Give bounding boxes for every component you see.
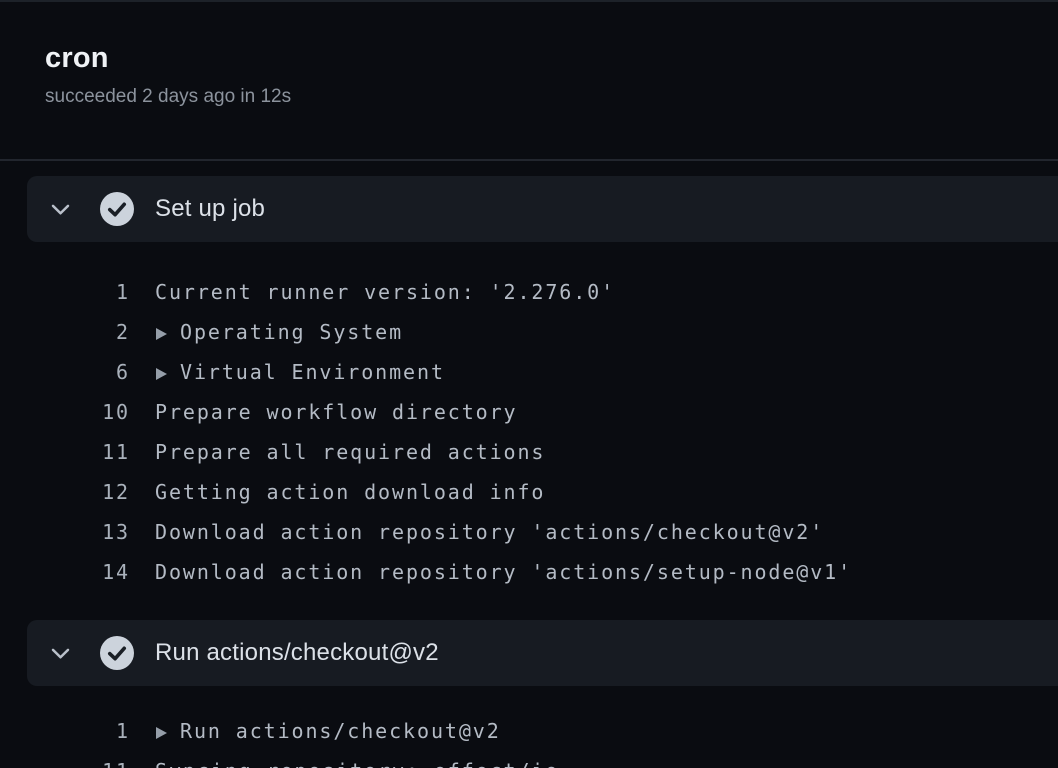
line-number[interactable]: 11 <box>0 759 130 768</box>
line-text: Current runner version: '2.276.0' <box>155 280 615 304</box>
line-number[interactable]: 13 <box>0 520 130 544</box>
chevron-down-icon <box>48 197 73 222</box>
line-number[interactable]: 2 <box>0 320 130 344</box>
line-text: Prepare all required actions <box>155 440 545 464</box>
step-log-run-actions-checkout: 1 Run actions/checkout@v2 11 Syncing rep… <box>0 711 1058 768</box>
expand-group-icon[interactable] <box>156 328 167 340</box>
line-text: Download action repository 'actions/setu… <box>155 560 852 584</box>
page-title: cron <box>45 42 1058 75</box>
log-line[interactable]: 1 Run actions/checkout@v2 <box>0 711 1058 751</box>
log-line[interactable]: 12 Getting action download info <box>0 472 1058 512</box>
run-header: cron succeeded 2 days ago in 12s <box>0 2 1058 161</box>
step-title: Set up job <box>155 195 265 223</box>
run-status-line: succeeded 2 days ago in 12s <box>45 86 1058 108</box>
check-circle-icon <box>100 192 134 226</box>
line-number[interactable]: 10 <box>0 400 130 424</box>
line-number[interactable]: 1 <box>0 280 130 304</box>
step-log-set-up-job: 1 Current runner version: '2.276.0' 2 Op… <box>0 272 1058 592</box>
line-number[interactable]: 11 <box>0 440 130 464</box>
line-number[interactable]: 14 <box>0 560 130 584</box>
step-header-set-up-job[interactable]: Set up job <box>27 176 1058 242</box>
line-text: Download action repository 'actions/chec… <box>155 520 824 544</box>
chevron-down-icon <box>48 641 73 666</box>
line-text: Prepare workflow directory <box>155 400 517 424</box>
step-title: Run actions/checkout@v2 <box>155 639 439 667</box>
line-text: Operating System <box>155 320 403 344</box>
line-number[interactable]: 6 <box>0 360 130 384</box>
log-line[interactable]: 6 Virtual Environment <box>0 352 1058 392</box>
line-text: Getting action download info <box>155 480 545 504</box>
expand-group-icon[interactable] <box>156 727 167 739</box>
log-line[interactable]: 1 Current runner version: '2.276.0' <box>0 272 1058 312</box>
expand-group-icon[interactable] <box>156 368 167 380</box>
log-line[interactable]: 13 Download action repository 'actions/c… <box>0 512 1058 552</box>
line-number[interactable]: 1 <box>0 719 130 743</box>
log-line[interactable]: 2 Operating System <box>0 312 1058 352</box>
line-text: Virtual Environment <box>155 360 445 384</box>
log-viewer: Set up job 1 Current runner version: '2.… <box>0 176 1058 768</box>
log-line[interactable]: 10 Prepare workflow directory <box>0 392 1058 432</box>
step-header-run-actions-checkout[interactable]: Run actions/checkout@v2 <box>27 620 1058 686</box>
log-line[interactable]: 11 Prepare all required actions <box>0 432 1058 472</box>
log-line[interactable]: 14 Download action repository 'actions/s… <box>0 552 1058 592</box>
log-line[interactable]: 11 Syncing repository: effect/io <box>0 751 1058 768</box>
line-number[interactable]: 12 <box>0 480 130 504</box>
line-text: Run actions/checkout@v2 <box>155 719 501 743</box>
line-text: Syncing repository: effect/io <box>155 759 559 768</box>
check-circle-icon <box>100 636 134 670</box>
